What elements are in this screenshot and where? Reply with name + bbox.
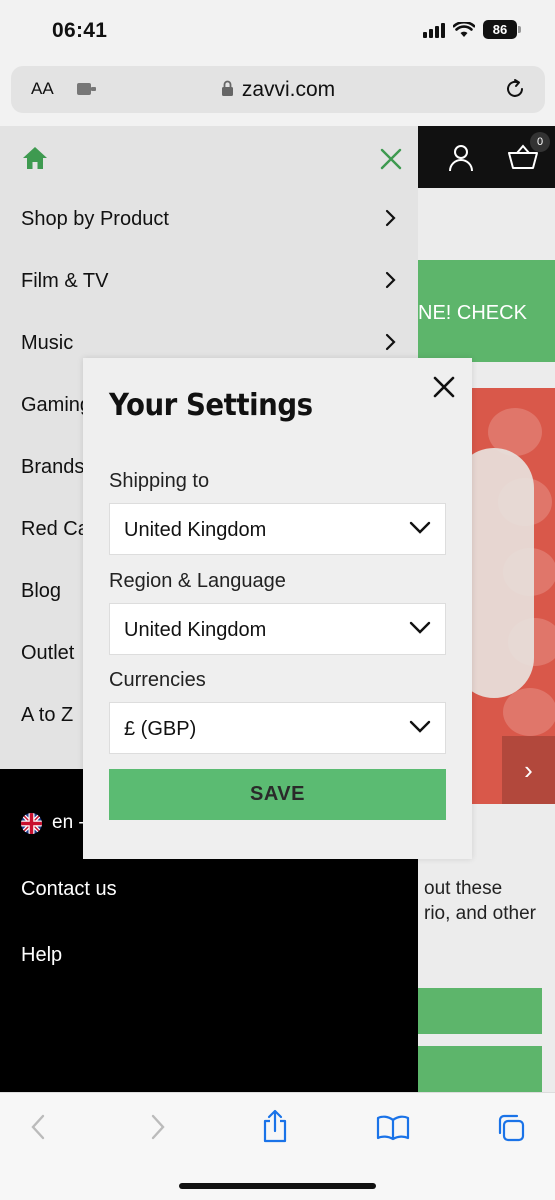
user-icon[interactable] — [448, 144, 474, 172]
currency-value: £ (GBP) — [124, 718, 197, 740]
wifi-icon — [453, 21, 475, 37]
nav-item-film-tv[interactable]: Film & TV — [0, 251, 418, 313]
reload-icon[interactable] — [503, 77, 527, 101]
flag-uk-icon — [21, 813, 42, 834]
status-bar: 06:41 86 — [0, 0, 555, 62]
nav-item-label: Brands — [21, 456, 85, 478]
contact-us-link[interactable]: Contact us — [21, 878, 117, 901]
tabs-icon[interactable] — [496, 1113, 526, 1143]
battery-level: 86 — [492, 22, 508, 37]
currency-label: Currencies — [109, 669, 206, 691]
back-icon[interactable] — [28, 1113, 48, 1141]
site-button[interactable] — [418, 988, 542, 1034]
bookmarks-icon[interactable] — [376, 1115, 410, 1141]
site-button[interactable] — [418, 1046, 542, 1092]
region-label: Region & Language — [109, 570, 286, 592]
site-promo-banner[interactable]: NE! CHECK — [418, 260, 555, 362]
battery-icon: 86 — [483, 20, 521, 39]
shipping-select[interactable]: United Kingdom — [109, 503, 446, 555]
url-text: zavvi.com — [241, 78, 336, 101]
language-selector[interactable]: en - — [52, 812, 85, 834]
shipping-value: United Kingdom — [124, 519, 267, 541]
chevron-down-icon — [409, 720, 431, 733]
region-value: United Kingdom — [124, 619, 267, 641]
save-button[interactable]: SAVE — [109, 769, 446, 820]
address-bar[interactable]: AA zavvi.com — [11, 66, 545, 113]
nav-item-label: Film & TV — [21, 270, 109, 292]
basket-count: 0 — [530, 132, 550, 152]
status-icons: 86 — [423, 20, 521, 39]
share-icon[interactable] — [261, 1109, 289, 1143]
chevron-right-icon — [385, 209, 396, 227]
nav-item-shop-by-product[interactable]: Shop by Product — [0, 189, 418, 251]
banner-text: NE! CHECK — [418, 302, 527, 324]
site-header: 0 — [418, 126, 555, 188]
chevron-down-icon — [409, 621, 431, 634]
signal-icon — [423, 22, 445, 38]
home-icon[interactable] — [22, 146, 48, 170]
site-body-text: out these rio, and other — [424, 876, 536, 926]
nav-item-label: Music — [21, 332, 74, 354]
settings-modal: Your Settings Shipping to United Kingdom… — [83, 358, 472, 859]
lock-icon — [221, 80, 233, 96]
body-line: out these — [424, 878, 503, 899]
hero-next-button[interactable]: › — [502, 736, 555, 804]
nav-item-label: Shop by Product — [21, 208, 169, 230]
modal-title: Your Settings — [109, 388, 313, 423]
status-time: 06:41 — [52, 19, 108, 42]
home-indicator — [179, 1183, 376, 1189]
nav-item-label: Outlet — [21, 642, 75, 664]
shipping-label: Shipping to — [109, 470, 210, 492]
close-icon[interactable] — [433, 376, 455, 398]
close-icon[interactable] — [380, 148, 402, 170]
help-link[interactable]: Help — [21, 944, 62, 967]
chevron-right-icon — [385, 333, 396, 351]
nav-item-label: Blog — [21, 580, 62, 602]
chevron-down-icon — [409, 521, 431, 534]
nav-item-label: A to Z — [21, 704, 74, 726]
forward-icon[interactable] — [148, 1113, 168, 1141]
region-select[interactable]: United Kingdom — [109, 603, 446, 655]
chevron-right-icon — [385, 271, 396, 289]
body-line: rio, and other — [424, 903, 536, 924]
currency-select[interactable]: £ (GBP) — [109, 702, 446, 754]
url-display[interactable]: zavvi.com — [11, 78, 545, 102]
nav-item-label: Gaming — [21, 394, 92, 416]
